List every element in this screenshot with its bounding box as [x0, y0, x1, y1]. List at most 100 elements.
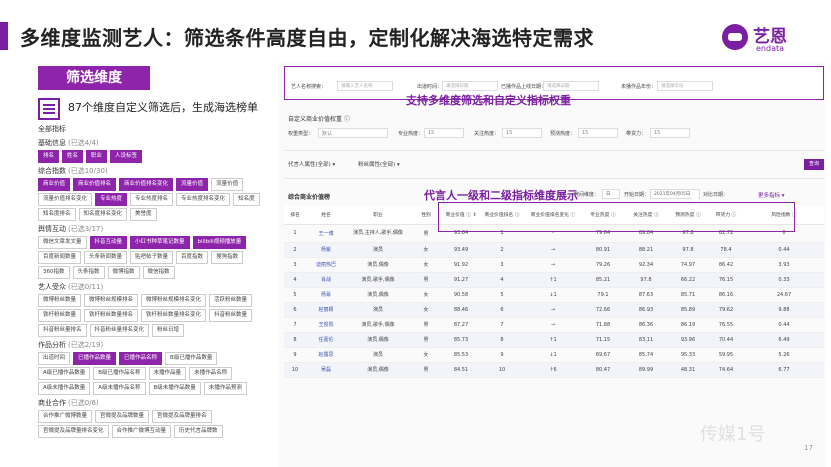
artist-name-link[interactable]: 杨紫	[306, 242, 346, 258]
metric-tag[interactable]: 专业热度排名变化	[176, 193, 231, 206]
weight-type-select[interactable]: 默认	[318, 128, 388, 138]
artist-name-link[interactable]: 赵露思	[306, 347, 346, 363]
metric-tag[interactable]: 流量价值	[176, 178, 209, 191]
time-dim-select[interactable]: 日	[602, 189, 620, 199]
metric-tag[interactable]: 未播作品预测	[203, 382, 247, 395]
metric-tag[interactable]: 铁杆粉丝数量排名	[84, 309, 139, 322]
metric-tag[interactable]: 百度指数	[176, 251, 209, 264]
metric-tag[interactable]: B级已播作品名称	[93, 367, 146, 380]
metric-tag[interactable]: 抖音粉丝数量	[209, 309, 253, 322]
artist-name-link[interactable]: 肖战	[306, 272, 346, 288]
column-header[interactable]: 排名	[284, 206, 306, 225]
metric-tag[interactable]: 贴吧帖子数量	[130, 251, 174, 264]
metric-tag[interactable]: 知名度排名	[38, 208, 76, 221]
metric-tag[interactable]: 姓名	[62, 150, 84, 163]
artist-name-link[interactable]: 杨幂	[306, 287, 346, 303]
artist-name-link[interactable]: 赵丽颖	[306, 302, 346, 318]
metric-tag[interactable]: 活跃粉丝数量	[209, 294, 253, 307]
weight-title: 自定义商业价值权重 ⓘ	[288, 116, 350, 123]
table-cell: 85.74	[624, 347, 668, 363]
table-row[interactable]: 10 吴磊 演员,偶像男 84.51 10 ↑6 80.47 89.99 48.31 74.64 6…	[284, 362, 824, 378]
metric-tag[interactable]: 铁杆粉丝数量排名变化	[141, 309, 207, 322]
artist-name-link[interactable]: 迪丽热巴	[306, 257, 346, 273]
all-metrics-label[interactable]: 全部指标	[38, 124, 266, 134]
table-row[interactable]: 8 任嘉伦 演员,偶像男 85.73 8 ↑1 71.15 83.11 93.96 70.44 6.…	[284, 332, 824, 348]
metric-tag[interactable]: 微博粉丝数量	[38, 294, 82, 307]
metric-tag[interactable]: 抖音粉丝量排名变化	[89, 324, 150, 337]
metric-tag[interactable]: A级未播作品数量	[38, 382, 91, 395]
table-row[interactable]: 3 迪丽热巴 演员,偶像女 91.92 3 → 79.26 92.34 74.97 86.42 3.…	[284, 257, 824, 273]
table-cell: ↓1	[524, 287, 582, 303]
metric-tag[interactable]: 小红书种草笔记数量	[130, 236, 190, 249]
artist-name-link[interactable]: 任嘉伦	[306, 332, 346, 348]
metric-tag[interactable]: 未播作品名称	[189, 367, 233, 380]
table-row[interactable]: 7 王俊凯 演员,歌手,偶像男 87.27 7 → 71.88 86.36 86.19 76.55…	[284, 317, 824, 333]
metric-tag[interactable]: 合作推广微博互动量	[111, 425, 172, 438]
artist-name-link[interactable]: 王一博	[306, 224, 346, 243]
metric-tag[interactable]: 商业价值排名变化	[119, 178, 174, 191]
column-header[interactable]: 职业	[346, 206, 410, 225]
weight-type-label: 权重类型：	[288, 131, 314, 137]
table-row[interactable]: 6 赵丽颖 演员女 88.46 6 → 72.66 86.93 85.89 79.62 9.88	[284, 302, 824, 318]
more-metrics-button[interactable]: 更多指标 ▾	[758, 191, 785, 199]
artist-name-link[interactable]: 王俊凯	[306, 317, 346, 333]
metric-tag[interactable]: B级已播作品数量	[165, 352, 218, 365]
metric-tag[interactable]: 知名度排名变化	[78, 208, 128, 221]
metric-tag[interactable]: A级未播作品名称	[93, 382, 146, 395]
filter-input[interactable]: 请选择日期	[543, 81, 599, 91]
weight-input[interactable]: 15	[578, 128, 618, 138]
filter-input[interactable]: 请选择年份	[657, 81, 713, 91]
metric-tag[interactable]: 商业价值	[38, 178, 71, 191]
metric-tag[interactable]: 流量价值排名变化	[38, 193, 93, 206]
metric-tag[interactable]: 微博粉丝规模排名	[84, 294, 139, 307]
query-button[interactable]: 查询	[804, 159, 824, 170]
metric-tag[interactable]: 已播作品名称	[119, 352, 163, 365]
metric-tag[interactable]: 美誉度	[130, 208, 157, 221]
filter-input[interactable]: 请选择日期	[442, 81, 498, 91]
metric-tag[interactable]: bilibili视频播放量	[192, 236, 247, 249]
fan-attr-select[interactable]: 粉丝属性(全部) ▾	[358, 160, 400, 168]
column-header[interactable]: 姓名	[306, 206, 346, 225]
metric-tag[interactable]: 历史代言品牌数	[174, 425, 223, 438]
table-row[interactable]: 2 杨紫 演员女 93.49 2 → 80.91 88.21 97.8 78.4 0.44	[284, 242, 824, 258]
metric-tag[interactable]: 官微提及品牌量排名	[152, 410, 212, 423]
weight-input[interactable]: 15	[502, 128, 542, 138]
metric-tag[interactable]: 已播作品数量	[73, 352, 117, 365]
metric-tag[interactable]: 出道时间	[38, 352, 71, 365]
metric-tag[interactable]: 搜狗指数	[211, 251, 244, 264]
metric-tag[interactable]: 铁杆粉丝数量	[38, 309, 82, 322]
metric-tag[interactable]: 抖音互动量	[89, 236, 128, 249]
metric-tag[interactable]: 职业	[86, 150, 108, 163]
weight-input[interactable]: 15	[424, 128, 464, 138]
artist-name-link[interactable]: 吴磊	[306, 362, 346, 378]
metric-tag[interactable]: 商业价值排名	[73, 178, 117, 191]
metric-tag[interactable]: 微博粉丝规模排名变化	[141, 294, 207, 307]
metric-tag[interactable]: 知名度	[233, 193, 260, 206]
endorser-attr-select[interactable]: 代言人属性(全部) ▾	[288, 160, 335, 168]
metric-tag[interactable]: 粉丝日增	[152, 324, 185, 337]
metric-tag[interactable]: 抖音粉丝量排名	[38, 324, 87, 337]
metric-tag[interactable]: A级已播作品数量	[38, 367, 91, 380]
metric-tag[interactable]: 专业热度排名	[130, 193, 174, 206]
metric-tag[interactable]: 排名	[38, 150, 60, 163]
metric-tag[interactable]: 官微提及品牌量排名变化	[38, 425, 109, 438]
metric-tag[interactable]: 合作推广微博数量	[38, 410, 93, 423]
metric-tag[interactable]: 微博指数	[107, 266, 140, 279]
table-row[interactable]: 5 杨幂 演员,偶像女 90.58 5 ↓1 79.1 87.63 85.71 86.16 24.6…	[284, 287, 824, 303]
metric-tag[interactable]: 流量价值	[211, 178, 244, 191]
metric-tag[interactable]: 微信文章发文量	[38, 236, 87, 249]
table-row[interactable]: 4 肖战 演员,歌手,偶像男 91.27 4 ↑1 85.21 97.8 66.22 76.15 0…	[284, 272, 824, 288]
metric-tag[interactable]: 微信指数	[142, 266, 175, 279]
metric-tag[interactable]: 官微提及品牌数量	[95, 410, 150, 423]
metric-tag[interactable]: 人设标签	[110, 150, 143, 163]
metric-tag[interactable]: 360指数	[38, 266, 70, 279]
metric-tag[interactable]: 头条指数	[72, 266, 105, 279]
metric-tag[interactable]: 百度新闻数量	[38, 251, 82, 264]
weight-input[interactable]: 15	[650, 128, 690, 138]
metric-tag[interactable]: B级未播作品数量	[148, 382, 201, 395]
table-row[interactable]: 9 赵露思 演员女 85.53 9 ↓1 69.67 85.74 95.33 59.95 5.26	[284, 347, 824, 363]
metric-tag[interactable]: 未播作品量	[148, 367, 187, 380]
metric-tag[interactable]: 头条新闻数量	[84, 251, 128, 264]
filter-input[interactable]: 请输入艺人名称	[337, 81, 393, 91]
metric-tag[interactable]: 专业热度	[95, 193, 128, 206]
